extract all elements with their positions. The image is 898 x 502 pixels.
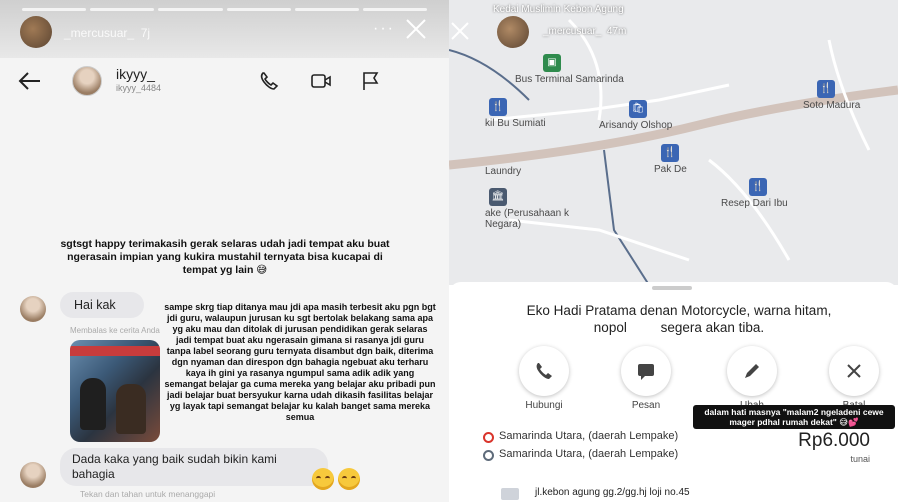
map-label-soto: Soto Madura: [803, 100, 861, 111]
dm-avatar[interactable]: [72, 66, 102, 96]
close-icon[interactable]: [403, 16, 429, 42]
story-username[interactable]: _mercusuar_ 7j: [64, 26, 150, 40]
sender-avatar: [20, 296, 46, 322]
right-story-panel: Kedai Muslimin Kebon Agung _mercusuar_ 4…: [449, 0, 898, 502]
message-bubble-thanks[interactable]: Dada kaka yang baik sudah bikin kami bah…: [60, 448, 328, 486]
cancel-button[interactable]: [829, 346, 879, 396]
restaurant-icon-soto[interactable]: 🍴: [817, 80, 835, 98]
note-icon: [501, 488, 519, 500]
restaurant-icon-resep[interactable]: 🍴: [749, 178, 767, 196]
map-label-laundry: Laundry: [485, 166, 522, 177]
story-reply-note: sgtsgt happy terimakasih gerak selaras u…: [60, 238, 390, 276]
map-label-resep: Resep Dari Ibu: [721, 198, 788, 209]
edit-button[interactable]: [727, 346, 777, 396]
message-label: Pesan: [631, 400, 661, 411]
fare-price: Rp6.000: [798, 430, 870, 451]
video-call-icon[interactable]: [310, 70, 332, 92]
phone-icon: [536, 363, 552, 379]
smile-emoji-icon: [312, 468, 334, 490]
story-long-text: sampe skrg tiap ditanya mau jdi apa masi…: [164, 302, 436, 422]
map-label-pakde: Pak De: [654, 164, 687, 175]
origin-marker-icon: [483, 432, 494, 443]
address-note[interactable]: jl.kebon agung gg.2/gg.hj loji no.45: [535, 487, 690, 498]
more-options-icon[interactable]: ···: [373, 20, 395, 38]
driver-info-text: Eko Hadi Pratama denan Motorcycle, warna…: [526, 303, 832, 335]
story-progress-bar: [22, 8, 428, 11]
call-button[interactable]: [519, 346, 569, 396]
map-label-arisandy: Arisandy Olshop: [599, 120, 673, 131]
destination-marker-icon: [483, 450, 494, 461]
pencil-icon: [745, 364, 759, 378]
story-avatar[interactable]: [20, 16, 52, 48]
story-username[interactable]: _mercusuar_ 47m: [543, 26, 626, 37]
dm-name[interactable]: ikyyy_: [116, 66, 155, 82]
map-top-text: Kedai Muslimin Kebon Agung: [493, 4, 624, 15]
sender-avatar-2: [20, 462, 46, 488]
close-icon[interactable]: [449, 20, 471, 42]
bus-icon[interactable]: ▣: [543, 54, 561, 72]
message-button[interactable]: [621, 346, 671, 396]
story-header: _mercusuar_ 7j ···: [20, 16, 429, 50]
shop-icon[interactable]: 🛍: [629, 100, 647, 118]
dm-header: ikyyy_ ikyyy_4484: [0, 58, 449, 106]
restaurant-icon[interactable]: 🍴: [489, 98, 507, 116]
phone-icon[interactable]: [258, 70, 280, 92]
story-avatar[interactable]: [497, 16, 529, 48]
left-story-panel: _mercusuar_ 7j ··· ikyyy_ ikyyy_4484 sgt…: [0, 0, 449, 502]
dm-handle: ikyyy_4484: [116, 83, 162, 93]
restaurant-icon-pakde[interactable]: 🍴: [661, 144, 679, 162]
map-label-bu-sumiati: kil Bu Sumiati: [485, 118, 546, 129]
close-icon: [847, 364, 861, 378]
government-icon[interactable]: 🏛: [489, 188, 507, 206]
map-label-bus-terminal: Bus Terminal Samarinda: [515, 74, 624, 85]
back-arrow-icon[interactable]: [18, 70, 42, 92]
map-view[interactable]: Kedai Muslimin Kebon Agung _mercusuar_ 4…: [449, 0, 898, 285]
smile-emoji-icon-2: [338, 468, 360, 490]
payment-method[interactable]: tunai: [850, 454, 870, 464]
shared-story-photo[interactable]: [70, 340, 160, 442]
destination-address[interactable]: Samarinda Utara, (daerah Lempake): [499, 448, 678, 460]
story-caption: dalam hati masnya "malam2 ngeladeni cewe…: [693, 405, 895, 429]
flag-icon[interactable]: [360, 70, 382, 92]
call-label: Hubungi: [525, 400, 563, 411]
tap-hint: Tekan dan tahan untuk menanggapi: [80, 489, 216, 499]
chat-icon: [638, 364, 654, 380]
reply-label: Membalas ke cerita Anda: [70, 326, 160, 335]
order-sheet: Eko Hadi Pratama denan Motorcycle, warna…: [449, 282, 898, 502]
map-label-perusahaan: ake (Perusahaan k Negara): [485, 208, 569, 230]
origin-address[interactable]: Samarinda Utara, (daerah Lempake): [499, 430, 678, 442]
message-bubble-greeting[interactable]: Hai kak: [60, 292, 144, 318]
sheet-handle[interactable]: [652, 286, 692, 290]
